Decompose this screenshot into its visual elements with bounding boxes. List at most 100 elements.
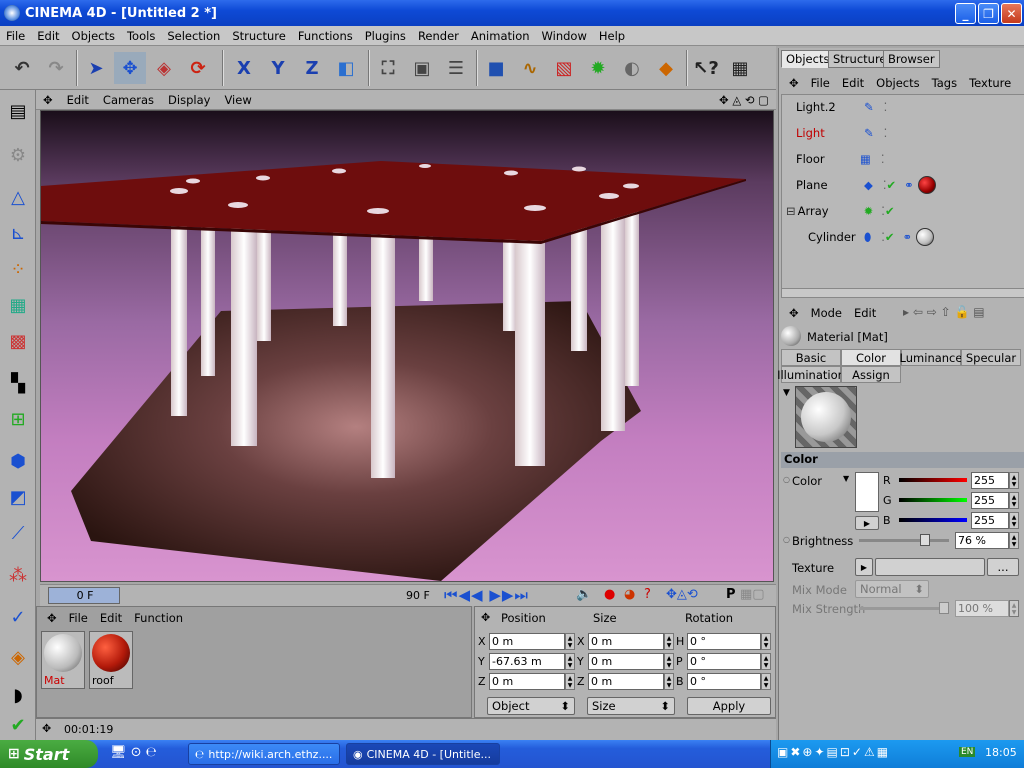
- maximize-button[interactable]: ❐: [978, 3, 999, 24]
- mix-strength-field[interactable]: 100 %: [955, 600, 1009, 617]
- quick-launch-icons[interactable]: 🖥 ⊙ ℮: [110, 745, 157, 760]
- rot-h-spinner[interactable]: ▲ ▼: [761, 633, 771, 650]
- menu-selection[interactable]: Selection: [161, 29, 226, 43]
- pos-x-spinner[interactable]: ▲ ▼: [565, 633, 575, 650]
- menu-tools[interactable]: Tools: [121, 29, 161, 43]
- move-tool-icon[interactable]: ✥: [114, 52, 146, 84]
- roof-material-tag[interactable]: [917, 176, 936, 194]
- sound-icon[interactable]: 🔈: [576, 587, 592, 602]
- object-row-array[interactable]: ⊟ Array ✹ ⁚ ✔: [786, 199, 1024, 223]
- material-menu-edit[interactable]: Edit: [94, 611, 128, 625]
- pos-z-spinner[interactable]: ▲ ▼: [565, 673, 575, 690]
- size-z-field[interactable]: 0 m: [588, 673, 664, 690]
- texture-axis-icon[interactable]: ▚: [3, 368, 33, 398]
- y-axis-lock-icon[interactable]: Y: [262, 52, 294, 84]
- menu-animation[interactable]: Animation: [465, 29, 536, 43]
- texture-tool-icon[interactable]: ⊞: [3, 404, 33, 434]
- nurbs-icon[interactable]: ▧: [548, 52, 580, 84]
- animation-icon[interactable]: ⬢: [3, 446, 33, 476]
- paint-tool-icon[interactable]: ◩: [3, 482, 33, 512]
- rot-p-spinner[interactable]: ▲ ▼: [761, 653, 771, 670]
- r-slider[interactable]: [899, 478, 967, 482]
- language-indicator[interactable]: EN: [959, 747, 976, 757]
- material-menu-file[interactable]: File: [63, 611, 94, 625]
- use-object-tool-icon[interactable]: △: [3, 182, 33, 212]
- pos-y-field[interactable]: -67.63 m: [489, 653, 565, 670]
- material-swatch-mat[interactable]: Mat: [41, 631, 85, 689]
- scale-tool-icon[interactable]: ◈: [148, 52, 180, 84]
- tab-objects[interactable]: Objects: [781, 50, 835, 68]
- snapping-icon[interactable]: ⁂: [3, 560, 33, 590]
- enabled-check-icon[interactable]: ✔: [887, 178, 897, 192]
- texture-browse-button[interactable]: ...: [987, 558, 1019, 576]
- mix-strength-slider[interactable]: [859, 602, 949, 614]
- attr-tab-assign[interactable]: Assign: [841, 366, 901, 383]
- use-polygons-icon[interactable]: ▩: [3, 326, 33, 356]
- material-menu-function[interactable]: Function: [128, 611, 189, 625]
- check-scene-icon[interactable]: ✔: [3, 710, 33, 740]
- workplane-icon[interactable]: ✓: [3, 602, 33, 632]
- key-pla-icon[interactable]: ▦▢: [740, 587, 765, 602]
- menu-file[interactable]: File: [0, 29, 31, 43]
- use-model-icon[interactable]: ⚙: [3, 140, 33, 170]
- deformer-icon[interactable]: ◐: [616, 52, 648, 84]
- tab-browser[interactable]: Browser: [883, 50, 940, 68]
- enabled-check-icon[interactable]: ✔: [885, 204, 895, 218]
- objmgr-menu-edit[interactable]: Edit: [836, 76, 870, 90]
- enabled-check-icon[interactable]: ✔: [885, 230, 895, 244]
- coordinate-mode-select[interactable]: Object ⬍: [487, 697, 575, 715]
- menu-objects[interactable]: Objects: [66, 29, 121, 43]
- pos-z-field[interactable]: 0 m: [489, 673, 565, 690]
- scene-objects-icon[interactable]: ◆: [650, 52, 682, 84]
- undo-icon[interactable]: ↶: [6, 52, 38, 84]
- use-points-icon[interactable]: ⁘: [3, 254, 33, 284]
- locked-workplane-icon[interactable]: ◈: [3, 642, 33, 672]
- b-spinner[interactable]: ▲ ▼: [1009, 512, 1019, 529]
- soft-selection-icon[interactable]: ⟋: [3, 518, 33, 548]
- viewport-pin-icon[interactable]: ✥: [36, 93, 60, 107]
- attr-tab-luminance[interactable]: Luminance: [900, 349, 962, 366]
- render-view-icon[interactable]: ⛶: [372, 52, 404, 84]
- visibility-dots-icon[interactable]: ⁚: [884, 126, 888, 140]
- redo-icon[interactable]: ↷: [40, 52, 72, 84]
- render-picture-viewer-icon[interactable]: ▣: [406, 52, 438, 84]
- color-swatch[interactable]: [855, 472, 879, 512]
- coordinate-system-icon[interactable]: ◧: [330, 52, 362, 84]
- menu-help[interactable]: Help: [593, 29, 631, 43]
- g-field[interactable]: 255: [971, 492, 1009, 509]
- pos-x-field[interactable]: 0 m: [489, 633, 565, 650]
- autokey-icon[interactable]: ◕: [624, 587, 635, 602]
- mat-material-tag[interactable]: [916, 228, 935, 246]
- size-mode-select[interactable]: Size ⬍: [587, 697, 675, 715]
- material-swatch-roof[interactable]: roof: [89, 631, 133, 689]
- viewport-menu-cameras[interactable]: Cameras: [96, 93, 161, 107]
- size-y-spinner[interactable]: ▲ ▼: [664, 653, 674, 670]
- current-frame-field[interactable]: 0 F: [48, 587, 120, 604]
- texture-tag-icon[interactable]: ⚭: [903, 230, 913, 244]
- array-modeling-icon[interactable]: ✹: [582, 52, 614, 84]
- visibility-dots-icon[interactable]: ⁚: [884, 100, 888, 114]
- viewport-menu-edit[interactable]: Edit: [60, 93, 96, 107]
- use-object-axis-icon[interactable]: ⊾: [3, 218, 33, 248]
- color-picker-button[interactable]: ▶: [855, 516, 879, 530]
- size-z-spinner[interactable]: ▲ ▼: [664, 673, 674, 690]
- object-row-light[interactable]: Light ✎ ⁚: [786, 121, 1024, 145]
- attr-tab-color[interactable]: Color: [841, 349, 901, 366]
- rot-b-field[interactable]: 0 °: [687, 673, 761, 690]
- 3d-viewport[interactable]: [40, 110, 774, 582]
- r-field[interactable]: 255: [971, 472, 1009, 489]
- render-settings-icon[interactable]: ☰: [440, 52, 472, 84]
- playback-controls[interactable]: ⏮◀◀ ▶▶⏭: [444, 586, 529, 604]
- cube-primitive-icon[interactable]: ■: [480, 52, 512, 84]
- material-pin-icon[interactable]: ✥: [41, 611, 63, 625]
- apply-button[interactable]: Apply: [687, 697, 771, 715]
- attr-tab-specular[interactable]: Specular: [961, 349, 1021, 366]
- mix-strength-spinner[interactable]: ▲ ▼: [1009, 600, 1019, 617]
- preview-expand-icon[interactable]: ▼: [783, 388, 790, 398]
- brightness-slider-knob[interactable]: [919, 534, 930, 546]
- brightness-field[interactable]: 76 %: [955, 532, 1009, 549]
- object-row-cylinder[interactable]: Cylinder ⬮ ⁚ ✔ ⚭: [786, 225, 1024, 249]
- size-x-spinner[interactable]: ▲ ▼: [664, 633, 674, 650]
- menu-edit[interactable]: Edit: [31, 29, 65, 43]
- record-icon[interactable]: ●: [604, 587, 615, 602]
